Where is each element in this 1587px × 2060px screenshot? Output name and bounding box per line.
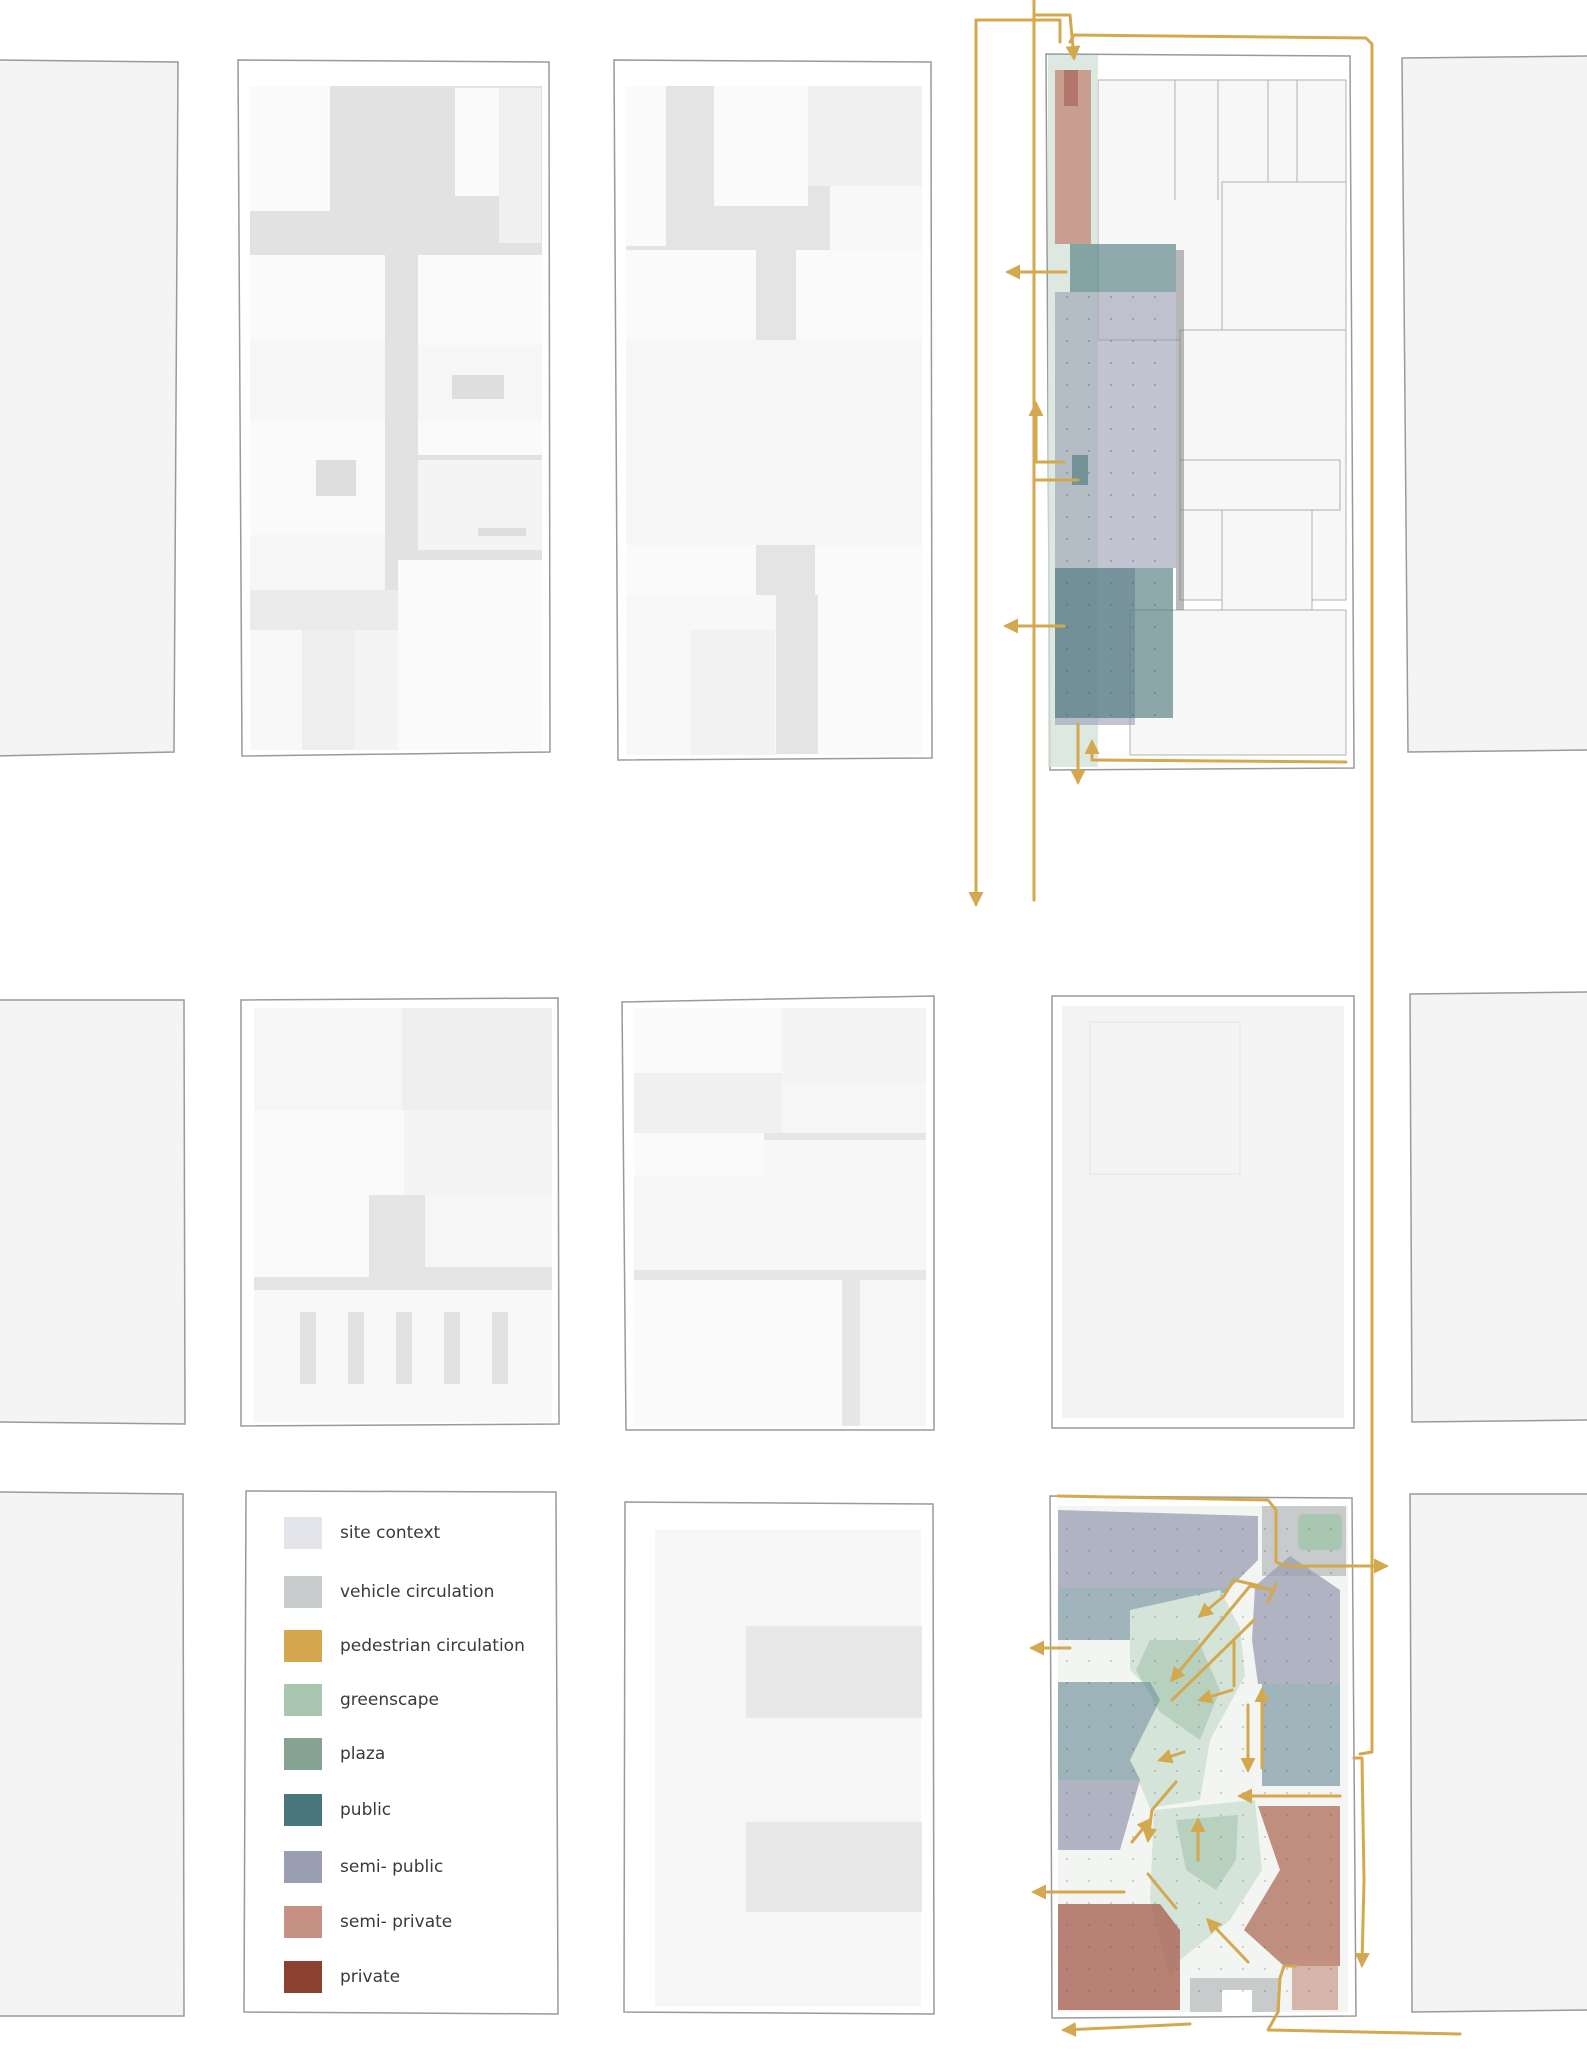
legend-item-private: private (284, 1960, 400, 1994)
legend-item-public: public (284, 1793, 391, 1827)
legend-item-vehicle-circulation: vehicle circulation (284, 1575, 494, 1609)
legend-swatch (284, 1630, 322, 1662)
legend-item-pedestrian-circulation: pedestrian circulation (284, 1629, 525, 1663)
block-row1-col3 (613, 59, 933, 761)
legend-label: private (340, 1967, 401, 1987)
legend-label: site context (340, 1523, 441, 1543)
block-row3-col4-site (1049, 1495, 1357, 2019)
legend-swatch (284, 1851, 322, 1883)
legend-label: semi- public (340, 1857, 444, 1877)
block-row2-col4 (1051, 995, 1355, 1429)
block-row1-col2 (237, 59, 551, 757)
block-row3-col5 (1409, 1493, 1587, 2013)
legend-label: public (340, 1800, 392, 1820)
block-row2-col2 (240, 997, 560, 1427)
legend-swatch (284, 1684, 322, 1716)
legend-item-greenscape: greenscape (284, 1683, 439, 1717)
legend-item-semi-private: semi- private (284, 1905, 452, 1939)
block-row1-col4-site (1045, 53, 1355, 771)
legend-item-site-context: site context (284, 1516, 440, 1550)
legend-swatch (284, 1576, 322, 1608)
legend-label: semi- private (340, 1912, 453, 1932)
block-row1-col1 (0, 59, 179, 757)
legend-label: plaza (340, 1744, 386, 1764)
legend: site context vehicle circulation pedestr… (246, 1491, 558, 2011)
legend-swatch (284, 1906, 322, 1938)
block-row3-col3 (623, 1501, 935, 2015)
block-row2-col5 (1409, 991, 1587, 1423)
block-row2-col3 (621, 995, 935, 1431)
block-row2-col1 (0, 999, 186, 1425)
legend-swatch (284, 1517, 322, 1549)
block-row1-col5 (1401, 55, 1587, 753)
block-row3-col1 (0, 1491, 185, 2017)
legend-swatch (284, 1738, 322, 1770)
legend-label: greenscape (340, 1690, 439, 1710)
legend-label: vehicle circulation (340, 1582, 495, 1602)
legend-swatch (284, 1794, 322, 1826)
legend-item-semi-public: semi- public (284, 1850, 443, 1884)
site-plan-diagram (0, 0, 1587, 2037)
legend-swatch (284, 1961, 322, 1993)
legend-item-plaza: plaza (284, 1737, 385, 1771)
legend-label: pedestrian circulation (340, 1636, 525, 1656)
